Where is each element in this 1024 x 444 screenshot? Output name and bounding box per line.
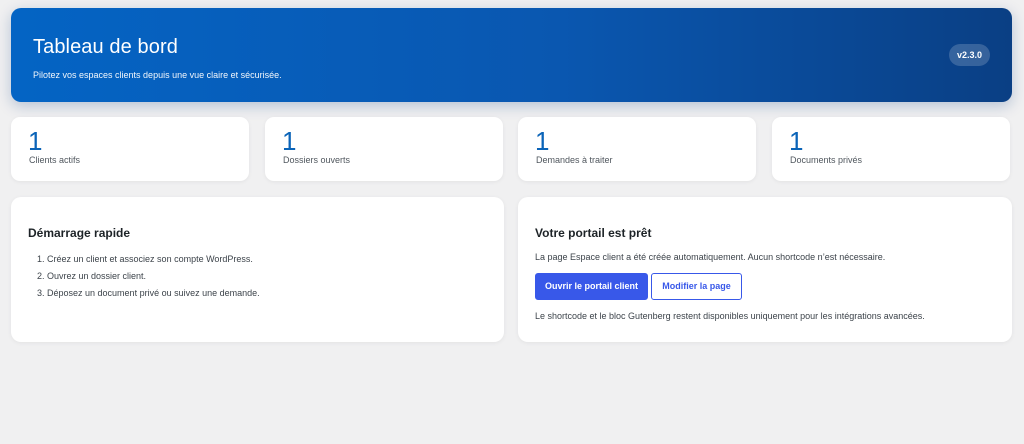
stat-card-demandes: 1 Demandes à traiter <box>518 117 756 181</box>
stat-card-documents: 1 Documents privés <box>772 117 1010 181</box>
open-portal-button[interactable]: Ouvrir le portail client <box>535 273 648 300</box>
quick-start-panel: Démarrage rapide 1. Créez un client et a… <box>11 197 504 342</box>
portal-panel: Votre portail est prêt La page Espace cl… <box>518 197 1012 342</box>
stat-label: Demandes à traiter <box>536 155 613 165</box>
version-badge: v2.3.0 <box>948 44 990 66</box>
list-item: 1. Créez un client et associez son compt… <box>37 254 253 264</box>
stat-label: Dossiers ouverts <box>283 155 351 165</box>
portal-note: Le shortcode et le bloc Gutenberg resten… <box>535 311 925 321</box>
stat-value: 1 <box>282 126 297 156</box>
list-item: 2. Ouvrez un dossier client. <box>37 271 147 281</box>
stat-card-dossiers: 1 Dossiers ouverts <box>265 117 503 181</box>
stat-card-clients: 1 Clients actifs <box>11 117 249 181</box>
stat-value: 1 <box>535 126 550 156</box>
stat-label: Clients actifs <box>29 155 81 165</box>
stat-value: 1 <box>28 126 43 156</box>
stat-value: 1 <box>789 126 804 156</box>
quick-start-title: Démarrage rapide <box>28 226 131 240</box>
quick-start-steps: 1. Créez un client et associez son compt… <box>37 251 260 302</box>
page-subtitle: Pilotez vos espaces clients depuis une v… <box>33 70 282 80</box>
page-title: Tableau de bord <box>33 36 178 58</box>
edit-page-button[interactable]: Modifier la page <box>651 273 742 300</box>
header-banner: Tableau de bord Pilotez vos espaces clie… <box>11 8 1012 102</box>
dashboard-page: Tableau de bord Pilotez vos espaces clie… <box>0 0 1024 444</box>
portal-title: Votre portail est prêt <box>535 226 652 240</box>
stat-label: Documents privés <box>790 155 863 165</box>
portal-description: La page Espace client a été créée automa… <box>535 252 886 262</box>
list-item: 3. Déposez un document privé ou suivez u… <box>37 288 260 298</box>
